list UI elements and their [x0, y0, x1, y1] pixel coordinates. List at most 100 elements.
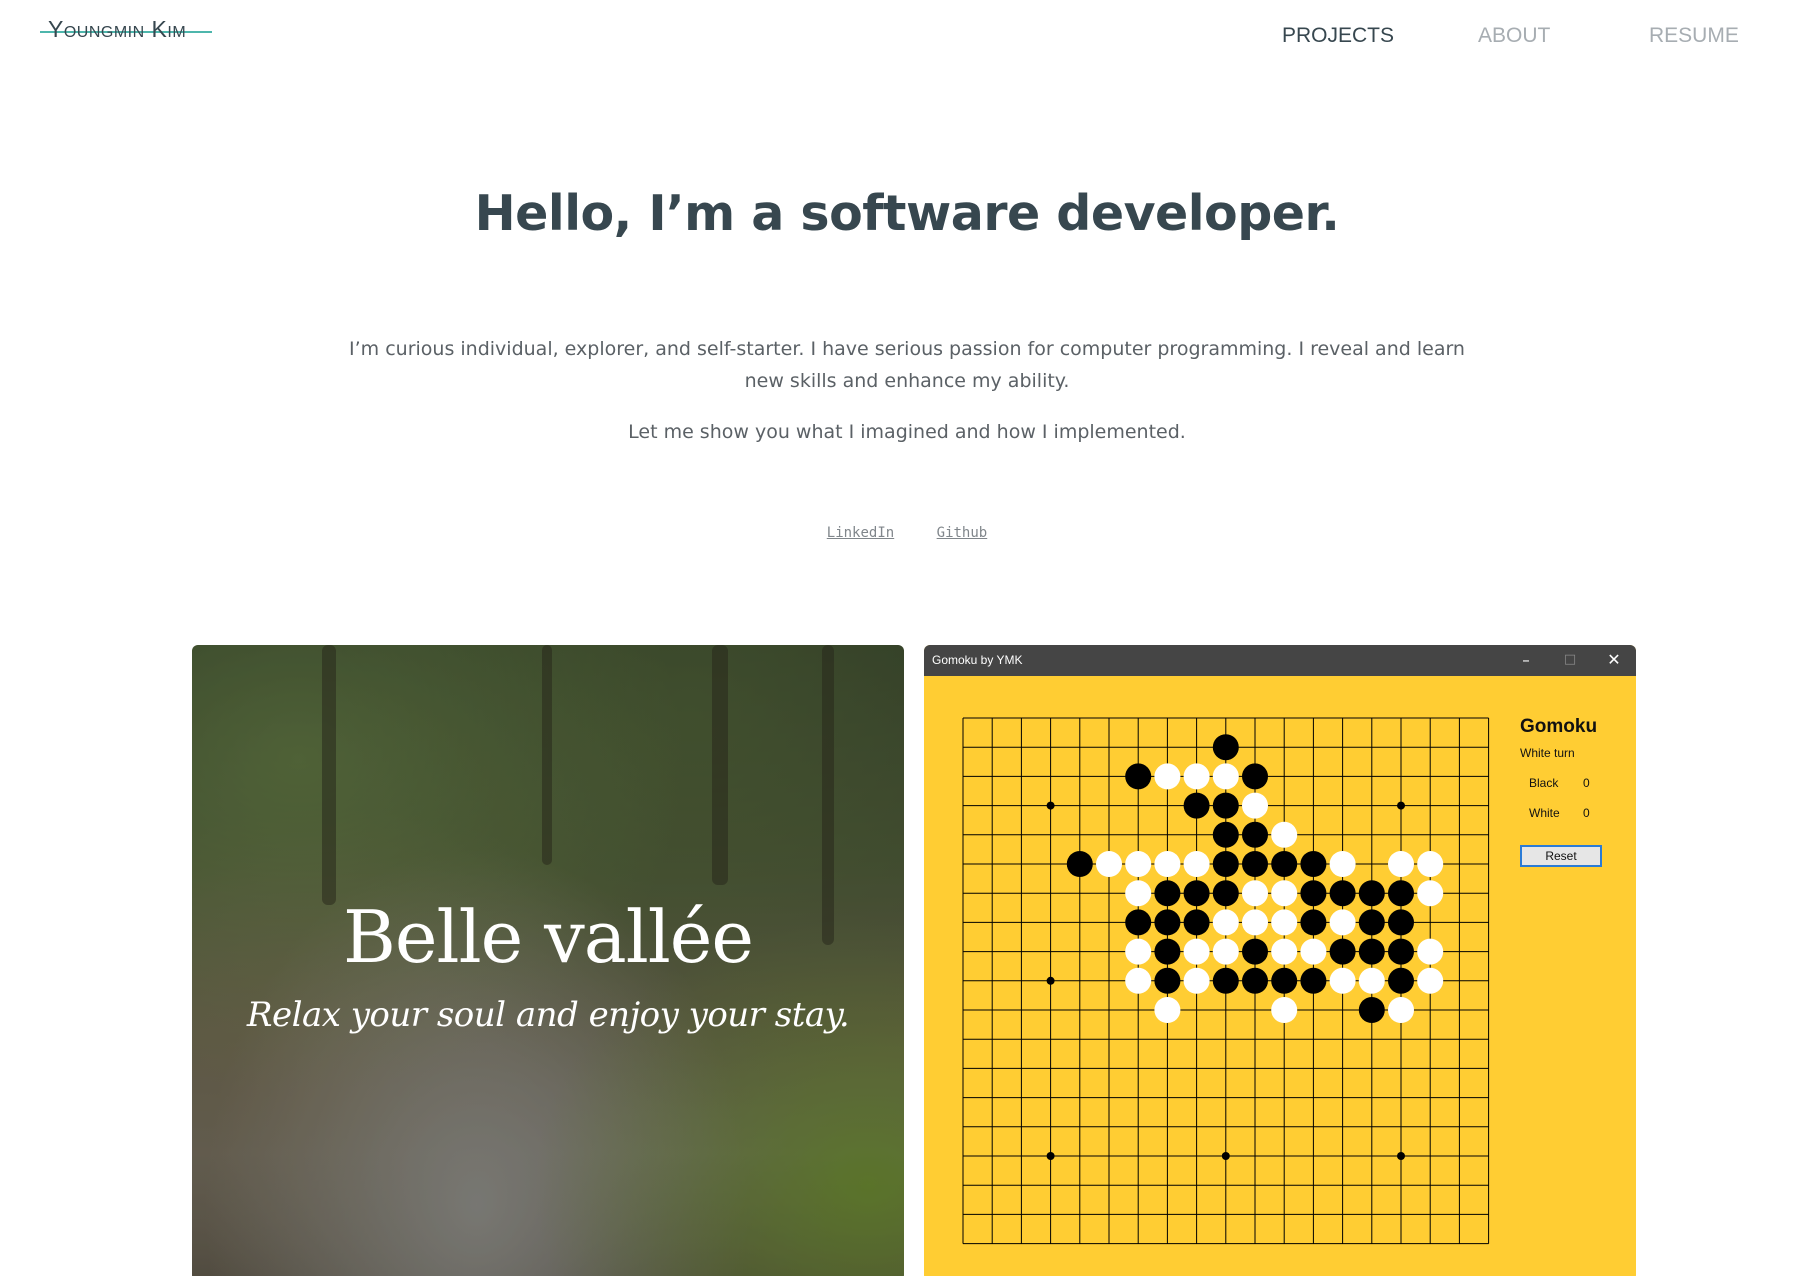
white-stone: [1125, 938, 1152, 965]
logo-text: Youngmin Kim: [48, 16, 187, 42]
black-stone: [1388, 909, 1414, 936]
black-stone: [1242, 967, 1268, 994]
black-stone: [1125, 909, 1152, 936]
black-stone: [1300, 851, 1327, 877]
white-stone: [1300, 938, 1327, 965]
black-stone: [1242, 938, 1268, 965]
window-title-bar: Gomoku by YMK – □ ✕: [924, 645, 1636, 676]
maximize-icon[interactable]: □: [1556, 649, 1584, 671]
star-point: [1397, 801, 1405, 810]
white-stone: [1183, 967, 1210, 994]
white-stone: [1096, 851, 1122, 877]
black-stone: [1212, 821, 1239, 848]
star-point: [1221, 1152, 1230, 1160]
black-stone: [1358, 997, 1385, 1023]
black-stone: [1242, 821, 1268, 848]
gomoku-board[interactable]: [962, 717, 1490, 1245]
linkedin-link[interactable]: LinkedIn: [827, 525, 894, 541]
white-stone: [1271, 997, 1298, 1023]
white-stone: [1271, 821, 1298, 848]
tree-trunk: [542, 645, 552, 865]
minimize-icon[interactable]: –: [1512, 649, 1540, 671]
white-stone: [1417, 880, 1444, 907]
tree-trunk: [322, 645, 336, 905]
intro-paragraph: I’m curious individual, explorer, and se…: [349, 338, 1465, 392]
white-stone: [1154, 997, 1181, 1023]
white-score-value: 0: [1583, 806, 1590, 820]
white-stone: [1125, 851, 1152, 877]
white-stone: [1417, 967, 1444, 994]
star-point: [1046, 1152, 1055, 1160]
black-stone: [1212, 851, 1239, 877]
white-stone: [1125, 880, 1152, 907]
project-card-gomoku[interactable]: Gomoku by YMK – □ ✕ Gomoku White turn Bl…: [924, 645, 1636, 1276]
nav-about[interactable]: ABOUT: [1478, 24, 1550, 48]
white-stone: [1388, 851, 1414, 877]
black-stone: [1388, 967, 1414, 994]
black-stone: [1300, 909, 1327, 936]
social-links: LinkedIn Github: [0, 525, 1814, 541]
white-stone: [1242, 909, 1268, 936]
gomoku-heading: Gomoku: [1520, 716, 1598, 737]
black-stone: [1358, 938, 1385, 965]
site-logo[interactable]: Youngmin Kim: [40, 14, 220, 44]
tagline: Let me show you what I imagined and how …: [628, 421, 1186, 443]
white-stone: [1183, 851, 1210, 877]
black-stone: [1154, 909, 1181, 936]
github-link[interactable]: Github: [937, 525, 988, 541]
black-stone: [1388, 880, 1414, 907]
black-stone: [1154, 967, 1181, 994]
belle-subtitle: Relax your soul and enjoy your stay.: [246, 995, 850, 1035]
white-stone: [1271, 938, 1298, 965]
black-stone: [1358, 880, 1385, 907]
tree-trunk: [712, 645, 728, 885]
star-point: [1046, 976, 1055, 985]
white-stone: [1242, 792, 1268, 819]
close-icon[interactable]: ✕: [1600, 649, 1628, 671]
reset-button[interactable]: Reset: [1520, 845, 1602, 867]
black-score-value: 0: [1583, 776, 1590, 790]
white-stone: [1212, 938, 1239, 965]
white-stone: [1183, 938, 1210, 965]
black-stone: [1125, 763, 1152, 790]
black-score-label: Black: [1529, 776, 1559, 790]
white-stone: [1242, 880, 1268, 907]
white-score-label: White: [1529, 806, 1560, 820]
white-stone: [1154, 851, 1181, 877]
nav-resume[interactable]: RESUME: [1649, 24, 1739, 48]
black-stone: [1271, 851, 1298, 877]
black-stone: [1066, 851, 1093, 877]
hero-title: Hello, I’m a software developer.: [474, 185, 1340, 242]
belle-title: Belle vallée: [343, 895, 754, 979]
black-stone: [1242, 851, 1268, 877]
star-point: [1046, 801, 1055, 810]
window-title: Gomoku by YMK: [932, 653, 1023, 667]
turn-indicator: White turn: [1520, 746, 1575, 760]
black-stone: [1154, 880, 1181, 907]
white-stone: [1183, 763, 1210, 790]
nav-projects[interactable]: PROJECTS: [1282, 24, 1394, 48]
black-stone: [1212, 792, 1239, 819]
project-card-belle-vallee[interactable]: Belle vallée Relax your soul and enjoy y…: [192, 645, 904, 1276]
white-stone: [1154, 763, 1181, 790]
black-stone: [1300, 880, 1327, 907]
white-stone: [1271, 880, 1298, 907]
white-stone: [1212, 909, 1239, 936]
white-stone: [1329, 967, 1356, 994]
black-stone: [1212, 734, 1239, 761]
black-stone: [1212, 967, 1239, 994]
white-stone: [1212, 763, 1239, 790]
black-stone: [1154, 938, 1181, 965]
black-stone: [1183, 909, 1210, 936]
white-stone: [1417, 851, 1444, 877]
black-stone: [1329, 938, 1356, 965]
black-stone: [1271, 967, 1298, 994]
white-stone: [1329, 909, 1356, 936]
star-point: [1397, 1152, 1405, 1160]
white-stone: [1271, 909, 1298, 936]
white-stone: [1358, 967, 1385, 994]
black-stone: [1300, 967, 1327, 994]
white-stone: [1417, 938, 1444, 965]
black-stone: [1329, 880, 1356, 907]
black-stone: [1183, 880, 1210, 907]
